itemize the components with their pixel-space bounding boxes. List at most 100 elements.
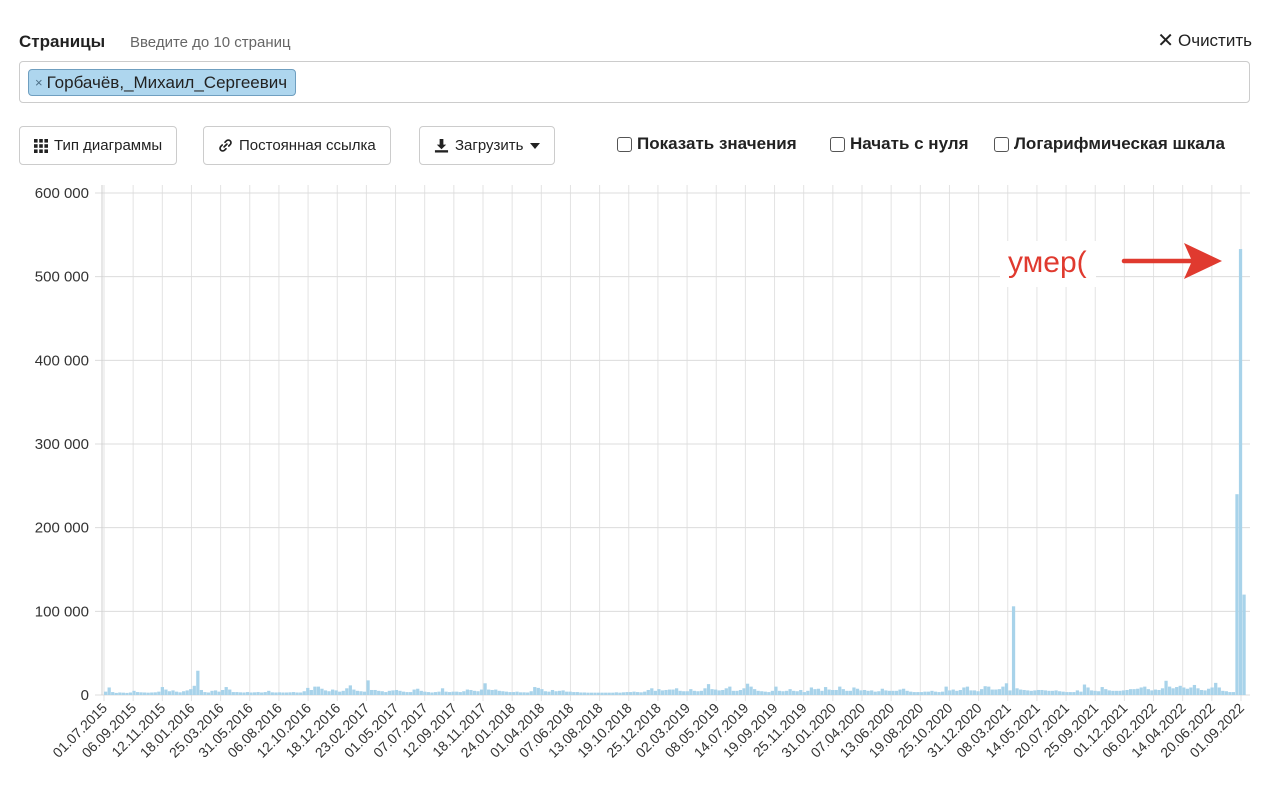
bar [841,689,845,695]
bar [1086,687,1090,695]
bar [685,691,689,695]
bar [653,690,657,695]
clear-button[interactable]: ✕ Очистить [1157,31,1252,51]
bar [980,689,984,695]
bar [284,692,289,695]
bar [614,692,618,695]
bar [536,687,540,695]
bar [916,692,920,695]
bar [561,690,565,695]
bar [557,690,562,695]
bar [1008,690,1012,695]
bar [242,692,246,695]
bar [625,692,629,695]
bar [391,690,395,695]
bar [267,690,271,695]
bar [703,688,707,695]
bar [891,690,895,695]
begin-at-zero-checkbox[interactable]: Начать с нуля [830,134,969,154]
bar [671,689,675,695]
checkbox-box[interactable] [994,136,1009,152]
clear-label: Очистить [1177,31,1252,50]
bar [540,689,544,695]
bar [1196,688,1200,695]
bar [518,692,523,695]
bar [178,692,182,695]
bar [1001,686,1005,695]
bar [575,692,579,695]
bar [948,690,952,695]
bar [788,689,792,695]
bar [384,692,388,695]
bar [884,690,888,695]
bar [554,691,558,695]
bar [1072,692,1076,695]
bar [568,691,572,695]
bar [1061,691,1065,695]
bar [1224,691,1228,695]
bar [359,691,363,695]
y-tick-label: 100 000 [35,603,89,620]
remove-icon[interactable]: × [35,75,43,90]
bar [164,689,168,695]
bar [944,686,948,695]
bar [1125,689,1129,695]
bar [862,689,867,695]
bar [483,683,487,695]
bar [143,692,147,695]
begin-at-zero-label: Начать с нуля [850,134,969,153]
bar [816,688,821,695]
bar [1228,692,1232,695]
bar [880,688,884,695]
bar [650,688,654,695]
bar [565,691,569,695]
bar [1011,606,1016,695]
bar [270,692,274,695]
bar [476,691,480,695]
bar [309,689,313,695]
log-scale-checkbox[interactable]: Логарифмическая шкала [994,134,1225,154]
bar [1089,690,1094,695]
bar [515,691,519,695]
bar [1139,687,1143,695]
bar [291,692,296,695]
bar [799,689,803,695]
bar [572,692,576,695]
show-values-checkbox[interactable]: Показать значения [617,134,797,154]
bar [738,689,743,695]
bar [699,690,704,695]
bar [508,692,512,695]
bar [951,689,955,695]
caret-down-icon [529,142,540,149]
bar [426,692,430,695]
bar [1199,689,1204,695]
bar [795,691,799,695]
permalink-button[interactable]: Постоянная ссылка [203,126,391,165]
bar [327,691,331,695]
bar [802,692,806,695]
checkbox-box[interactable] [830,136,845,152]
bar [855,688,860,695]
log-scale-label: Логарифмическая шкала [1014,134,1225,153]
bar [249,692,253,695]
bar [894,690,899,695]
bar [387,690,391,695]
download-button[interactable]: Загрузить [419,126,555,165]
bar [394,689,399,695]
bar [348,685,352,695]
bar [458,692,462,695]
bar [735,690,739,695]
y-tick-label: 0 [81,687,89,704]
download-label: Загрузить [455,137,524,154]
chart-type-button[interactable]: Тип диаграммы [19,126,178,165]
bar [252,692,257,695]
bar [848,690,853,695]
bar [933,691,938,695]
bar [756,690,760,695]
page-selector-input[interactable]: × Горбачёв,_Михаил_Сергеевич [19,61,1250,103]
bar [898,689,902,695]
checkbox-box[interactable] [617,136,632,152]
bar [873,691,877,695]
bar [926,691,931,695]
bar [448,692,452,695]
